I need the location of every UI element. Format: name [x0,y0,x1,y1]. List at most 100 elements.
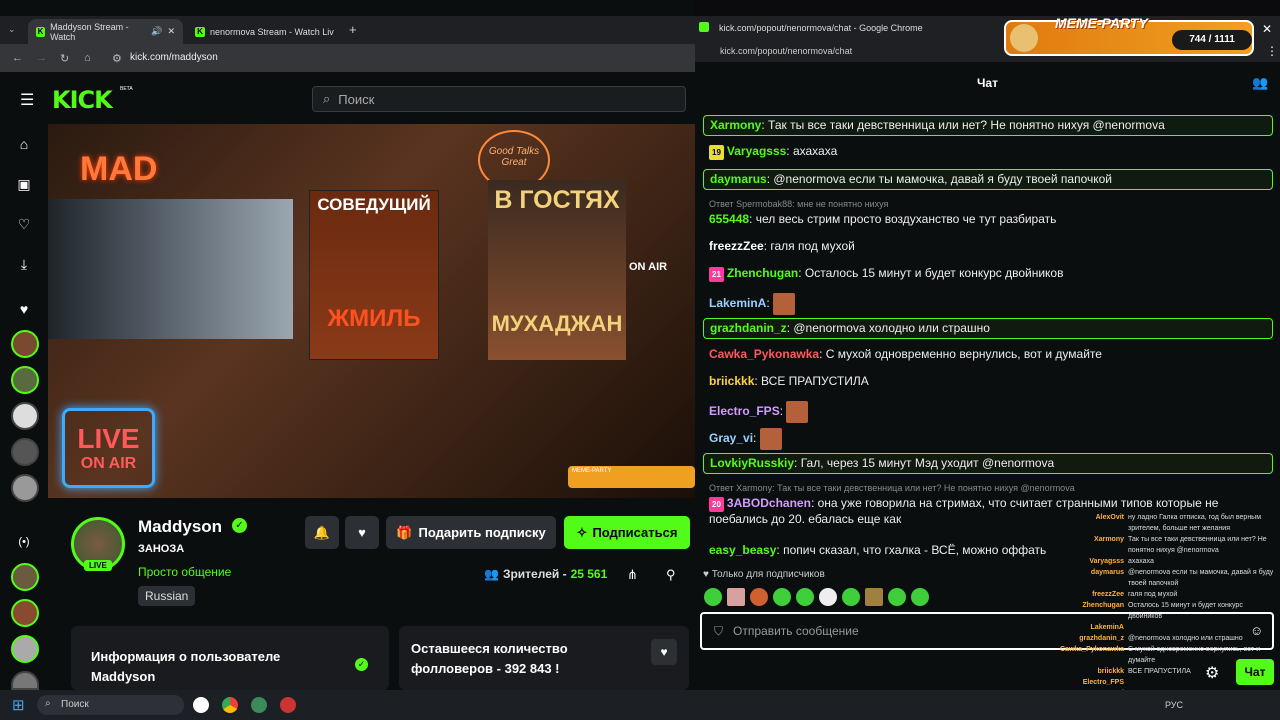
chat-message[interactable]: LovkiyRusskiy: Гал, через 15 минут Мэд у… [703,453,1273,474]
chat-username[interactable]: Zhenchugan [727,266,798,280]
taskbar-search[interactable]: ⌕ Поиск [37,695,184,715]
chat-username[interactable]: daymarus [710,172,767,186]
new-tab-button[interactable]: + [349,22,357,37]
chrome-icon[interactable] [222,697,238,713]
chat-username[interactable]: freezzZee [709,239,764,253]
url-text[interactable]: kick.com/maddyson [130,52,218,63]
clip-icon[interactable]: ⚲ [666,567,676,583]
language-tag[interactable]: Russian [138,586,196,606]
emote[interactable] [727,588,745,606]
chat-message[interactable]: Xarmony: Так ты все таки девственница ил… [703,115,1273,136]
kick-logo[interactable]: KICK [52,86,113,114]
heart-icon[interactable]: ♥ [651,639,677,665]
chat-message[interactable]: 655448: чел весь стрим просто воздуханст… [703,210,1273,229]
close-tab-icon[interactable]: ✕ [167,26,175,37]
chat-username[interactable]: 655448 [709,212,749,226]
notification-button[interactable]: 🔔 [305,516,339,549]
following-nav-icon[interactable]: ♡ [15,216,33,233]
emote[interactable] [773,588,791,606]
reload-icon[interactable]: ↻ [60,52,69,65]
chat-username[interactable]: LakeminA [709,296,766,310]
search-input[interactable]: ⌕ Поиск [312,86,686,112]
mini-chat-user: grazhdanin_z [1079,635,1124,642]
recommended-channel-avatar[interactable] [11,599,39,627]
chat-username[interactable]: Cawka_Pykonawka [709,347,819,361]
chat-message[interactable]: Gray_vi: [703,426,1273,452]
followed-channel-avatar[interactable] [11,474,39,502]
chat-message[interactable]: freezzZee: галя под мухой [703,237,1273,256]
language-indicator[interactable]: РУС [1165,700,1183,710]
followed-channel-avatar[interactable] [11,330,39,358]
followed-channel-avatar[interactable] [11,366,39,394]
home-nav-icon[interactable]: ⌂ [15,136,33,152]
recommended-channel-avatar[interactable] [11,563,39,591]
back-icon[interactable]: ← [12,52,23,64]
chat-message[interactable]: grazhdanin_z: @nenormova холодно или стр… [703,318,1273,339]
chat-username[interactable]: Electro_FPS [709,404,780,418]
app-icon[interactable] [251,697,267,713]
chat-message[interactable]: 19 Varyagsss: ахахаха [703,142,1273,162]
browse-nav-icon[interactable]: ▣ [15,176,33,193]
colon: : [798,266,805,280]
stream-category[interactable]: Просто общение [138,565,231,579]
emote[interactable] [750,588,768,606]
emote[interactable] [819,588,837,606]
subscribe-button[interactable]: ✧ Подписаться [564,516,690,549]
chat-username[interactable]: LovkiyRusskiy [710,456,794,470]
tab-list-icon[interactable]: ⌄ [8,24,16,35]
chat-message[interactable]: LakeminA: [703,291,1273,317]
tab-label: Maddyson Stream - Watch [50,21,129,42]
chat-message[interactable]: 21 Zhenchugan: Осталось 15 минут и будет … [703,264,1273,284]
emote[interactable] [865,588,883,606]
search-icon: ⌕ [45,698,51,709]
chat-username[interactable]: 3ABODchanen [727,496,811,510]
mini-chat-row: Electro_FPS [1060,677,1280,688]
chat-username[interactable]: easy_beasy [709,543,776,557]
mini-chat-user: Zhenchugan [1082,602,1124,609]
emote-image [786,401,809,423]
download-nav-icon[interactable]: ⤓ [15,256,33,273]
chat-message[interactable]: Electro_FPS: [703,399,1273,425]
chat-message[interactable]: daymarus: @nenormova если ты мамочка, да… [703,169,1273,190]
sub-badge: 20 [709,497,724,512]
poster2-bottom-text: МУХАДЖАН [491,311,623,336]
site-info-icon[interactable]: ⚙ [112,52,122,65]
favorite-button[interactable]: ♥ [345,516,379,549]
chat-username[interactable]: Xarmony [710,118,761,132]
share-icon[interactable]: ⋔ [627,567,638,583]
chat-message[interactable]: Cawka_Pykonawka: С мухой одновременно ве… [703,345,1273,364]
mini-chat-row: Cawka_Pykonawka С мухой одновременно верн… [1060,644,1280,666]
emote[interactable] [911,588,929,606]
sub-badge: 21 [709,267,724,282]
channel-name[interactable]: Maddyson [138,517,222,537]
emote[interactable] [704,588,722,606]
tab-maddyson[interactable]: K Maddyson Stream - Watch 🔊 ✕ [28,19,183,44]
recommended-channel-avatar[interactable] [11,635,39,663]
emote[interactable] [842,588,860,606]
menu-icon[interactable]: ☰ [20,90,34,110]
home-icon[interactable]: ⌂ [84,52,91,64]
yandex-icon[interactable] [193,697,209,713]
emote[interactable] [796,588,814,606]
audio-icon[interactable]: 🔊 [151,26,162,37]
forward-icon[interactable]: → [36,52,47,64]
mini-chat-user: briickkk [1097,668,1124,675]
chat-username[interactable]: grazhdanin_z [710,321,787,335]
close-icon[interactable]: ✕ [1262,22,1272,36]
emote[interactable] [888,588,906,606]
chat-message[interactable]: briickkk: ВСЕ ПРАПУСТИЛА [703,372,1273,391]
users-icon[interactable]: 👥 [1252,75,1268,91]
followed-channel-avatar[interactable] [11,438,39,466]
gift-sub-button[interactable]: 🎁 Подарить подписку [386,516,556,549]
followed-channel-avatar[interactable] [11,402,39,430]
mini-chat-text: ну ладно Галка отписка, год был верным з… [1128,514,1262,532]
more-options-icon[interactable]: ⋮ [1266,44,1278,58]
chat-username[interactable]: Varyagsss [727,144,786,158]
chat-username[interactable]: Gray_vi [709,431,753,445]
app-icon[interactable] [280,697,296,713]
chat-username[interactable]: briickkk [709,374,754,388]
tab-nenormova[interactable]: K nenormova Stream - Watch Liv [187,19,342,44]
on-air-sign: ON AIR [629,261,668,273]
meme-party-title: MEME-PARTY [1055,15,1148,31]
windows-start-icon[interactable]: ⊞ [12,696,25,714]
